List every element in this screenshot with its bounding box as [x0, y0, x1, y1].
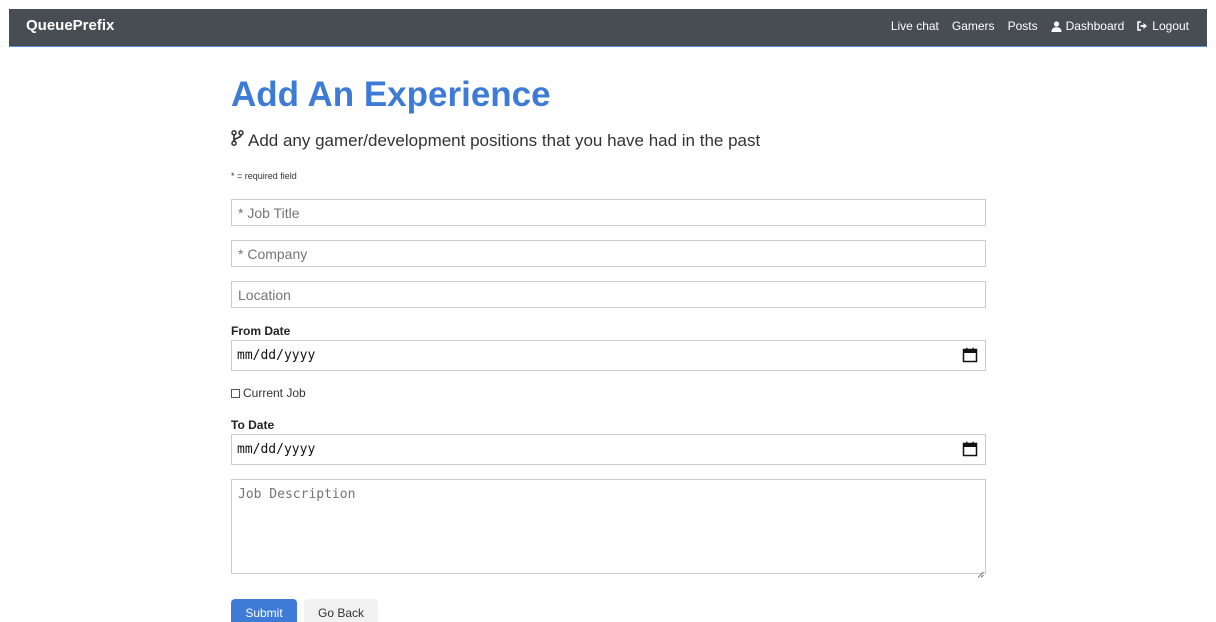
job-title-input[interactable]	[231, 199, 986, 226]
nav-link-label: Live chat	[890, 19, 939, 33]
nav-link-live-chat[interactable]: Live chat	[891, 19, 939, 33]
nav-links: Live chat Gamers Posts Dashboard Logout	[891, 19, 1189, 33]
from-date-label: From Date	[231, 324, 291, 338]
current-job-checkbox[interactable]	[231, 388, 240, 398]
current-job-row: Current Job	[231, 386, 306, 400]
job-description-textarea[interactable]	[231, 479, 986, 574]
calendar-icon[interactable]	[962, 441, 978, 457]
page: QueuePrefix Live chat Gamers Posts Dashb…	[0, 0, 1216, 622]
company-input[interactable]	[231, 240, 986, 267]
lead-label: Add any gamer/development positions that…	[248, 130, 761, 150]
page-title: Add An Experience	[231, 75, 551, 114]
nav-link-posts[interactable]: Posts	[1008, 19, 1038, 33]
sign-out-icon	[1137, 21, 1148, 31]
nav-link-dashboard[interactable]: Dashboard	[1051, 19, 1125, 33]
go-back-button[interactable]: Go Back	[304, 599, 378, 622]
nav-link-label: Gamers	[951, 19, 995, 33]
code-branch-icon	[231, 130, 244, 151]
navbar: QueuePrefix Live chat Gamers Posts Dashb…	[9, 9, 1207, 47]
calendar-icon[interactable]	[962, 347, 978, 363]
brand-link[interactable]: QueuePrefix	[26, 17, 114, 34]
from-date-value: mm/dd/yyyy	[237, 348, 316, 363]
nav-link-label: Logout	[1152, 19, 1189, 33]
lead-text: Add any gamer/development positions that…	[231, 130, 760, 151]
nav-link-label: Posts	[1007, 19, 1038, 33]
from-date-input[interactable]: mm/dd/yyyy	[231, 340, 986, 371]
current-job-label: Current Job	[243, 386, 306, 400]
resize-grip-icon[interactable]	[977, 565, 984, 578]
nav-link-logout[interactable]: Logout	[1137, 19, 1189, 33]
to-date-value: mm/dd/yyyy	[237, 442, 316, 457]
user-icon	[1051, 20, 1062, 32]
submit-button[interactable]: Submit	[231, 599, 297, 622]
to-date-input[interactable]: mm/dd/yyyy	[231, 434, 986, 465]
required-note: * = required field	[231, 171, 297, 181]
to-date-label: To Date	[231, 418, 275, 432]
nav-link-gamers[interactable]: Gamers	[952, 19, 995, 33]
location-input[interactable]	[231, 281, 986, 308]
nav-link-label: Dashboard	[1065, 19, 1125, 33]
